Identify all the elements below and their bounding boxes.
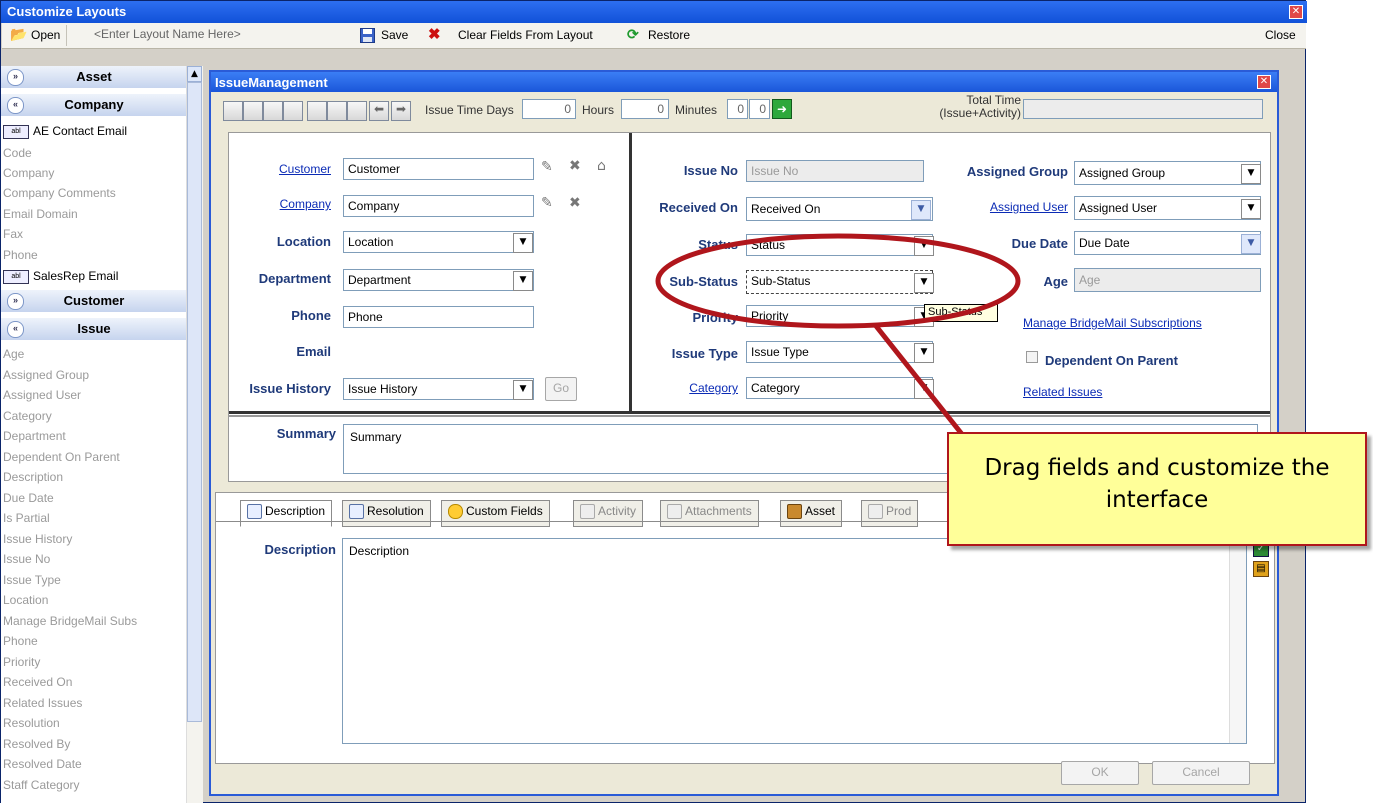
annotation-overlay xyxy=(655,233,1021,440)
callout-pointer xyxy=(874,324,967,440)
highlight-ellipse xyxy=(655,233,1021,329)
callout-box: Drag fields and customize the interface xyxy=(947,432,1367,546)
